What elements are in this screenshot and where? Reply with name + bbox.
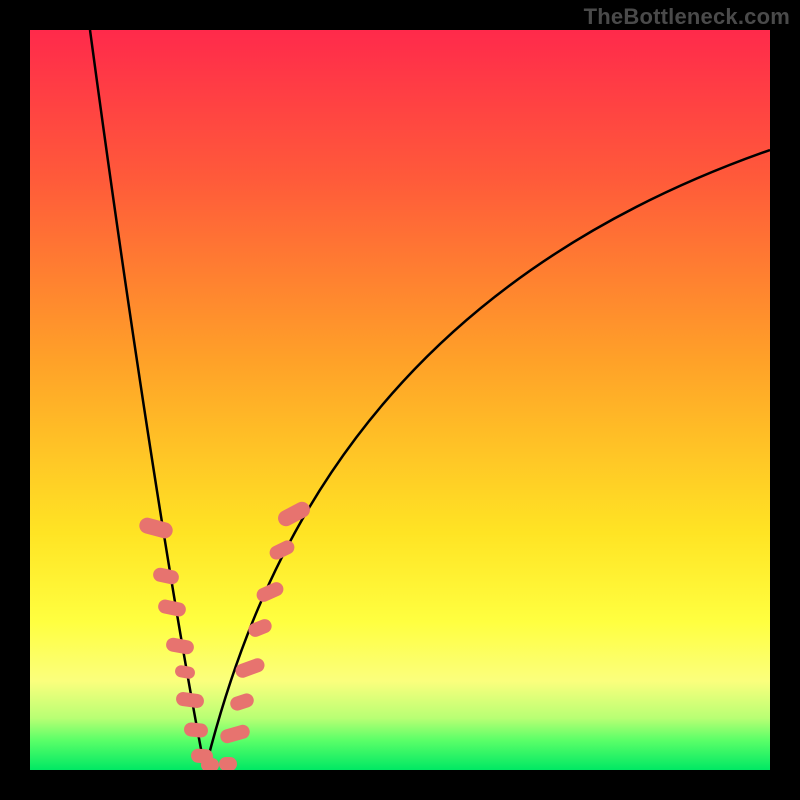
watermark-text: TheBottleneck.com [584,4,790,30]
bead [165,637,195,656]
bead [234,656,267,679]
bead [152,566,180,585]
bead [246,617,273,639]
bead [157,598,187,618]
bead [175,691,205,709]
bead [228,692,255,713]
bead [201,758,219,770]
chart-frame [30,30,770,770]
bead [174,664,196,679]
bead [183,722,208,738]
bead [275,499,313,529]
bead-layer [30,30,770,770]
bead [254,580,285,604]
bead [219,723,252,745]
bead [219,757,237,770]
bead [267,538,297,562]
bead [138,516,175,540]
